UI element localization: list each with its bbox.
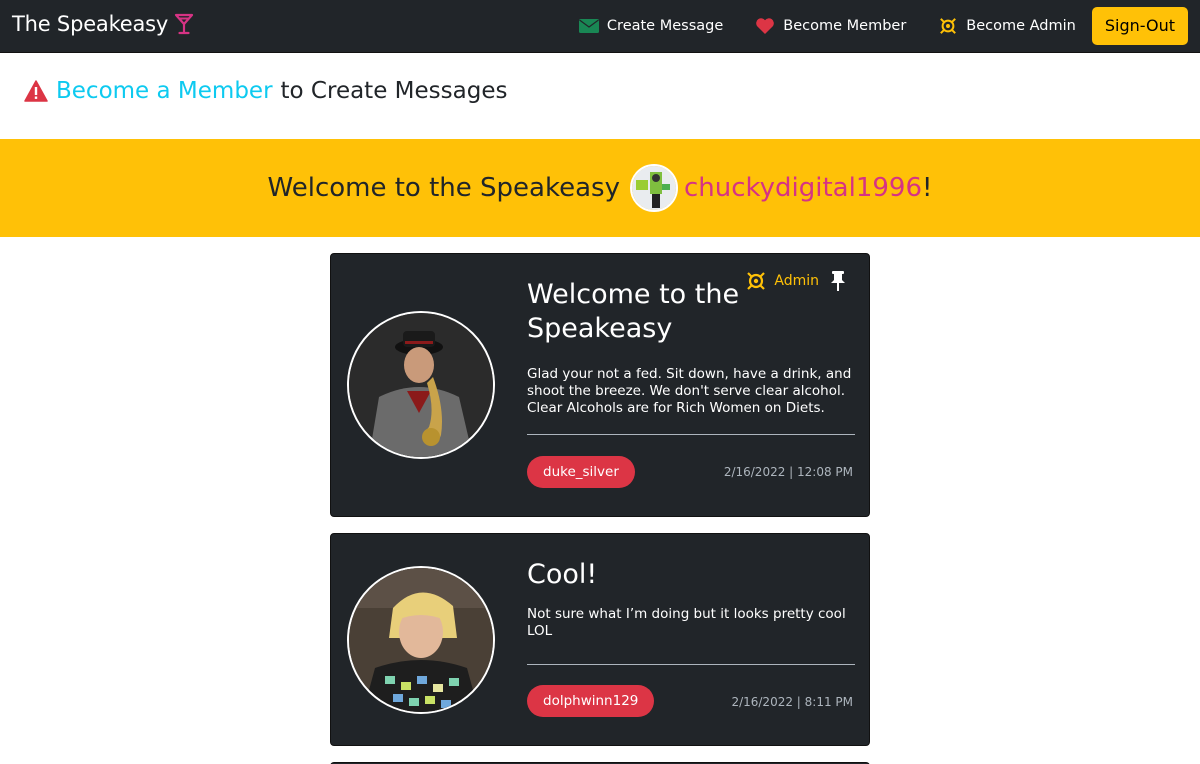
message-card: Cool! Not sure what I’m doing but it loo… bbox=[330, 533, 870, 746]
user-avatar bbox=[629, 164, 678, 212]
nav-create-message[interactable]: Create Message bbox=[578, 17, 724, 35]
message-timestamp: 2/16/2022 | 12:08 PM bbox=[723, 465, 853, 479]
message-title: Welcome to the Speakeasy bbox=[527, 279, 740, 344]
welcome-suffix: ! bbox=[922, 173, 933, 203]
nav-create-message-label: Create Message bbox=[606, 18, 724, 34]
divider bbox=[527, 434, 855, 435]
cocktail-icon bbox=[175, 13, 194, 35]
brand-title: The Speakeasy bbox=[12, 12, 169, 36]
nav-become-member-label: Become Member bbox=[783, 18, 907, 34]
welcome-banner: Welcome to the Speakeasy chuckydigital19… bbox=[0, 139, 1200, 237]
divider bbox=[527, 664, 855, 665]
sign-out-button[interactable]: Sign-Out bbox=[1091, 7, 1188, 45]
author-button[interactable]: duke_silver bbox=[527, 456, 635, 488]
message-content: Cool! Not sure what I’m doing but it loo… bbox=[527, 558, 855, 640]
admin-badge-icon bbox=[940, 18, 957, 34]
author-button[interactable]: dolphwinn129 bbox=[527, 685, 655, 717]
message-content: Welcome to the Speakeasy Glad your not a… bbox=[527, 278, 855, 417]
message-timestamp: 2/16/2022 | 8:11 PM bbox=[731, 695, 853, 709]
message-body: Glad your not a fed. Sit down, have a dr… bbox=[527, 366, 852, 416]
top-navbar: The Speakeasy Create Message Become Memb… bbox=[0, 0, 1200, 53]
welcome-username[interactable]: chuckydigital1996 bbox=[684, 173, 922, 203]
brand[interactable]: The Speakeasy bbox=[12, 12, 194, 36]
author-avatar bbox=[347, 566, 495, 714]
nav-become-admin[interactable]: Become Admin bbox=[938, 17, 1076, 35]
envelope-icon bbox=[578, 19, 599, 33]
nav-become-member[interactable]: Become Member bbox=[755, 17, 906, 35]
author-avatar bbox=[347, 311, 495, 459]
message-card: Admin Welcome to the Speakeasy Glad your… bbox=[330, 253, 870, 517]
message-body: Not sure what I’m doing but it looks pre… bbox=[527, 606, 846, 639]
welcome-text: Welcome to the Speakeasy bbox=[267, 173, 620, 203]
warning-icon bbox=[24, 80, 48, 102]
heart-icon bbox=[756, 18, 775, 34]
become-member-link[interactable]: Become a Member bbox=[56, 78, 273, 104]
nav-become-admin-label: Become Admin bbox=[966, 18, 1076, 34]
notice-text: to Create Messages bbox=[280, 78, 508, 104]
membership-notice: Become a Member to Create Messages bbox=[24, 78, 507, 104]
message-title: Cool! bbox=[527, 559, 598, 590]
